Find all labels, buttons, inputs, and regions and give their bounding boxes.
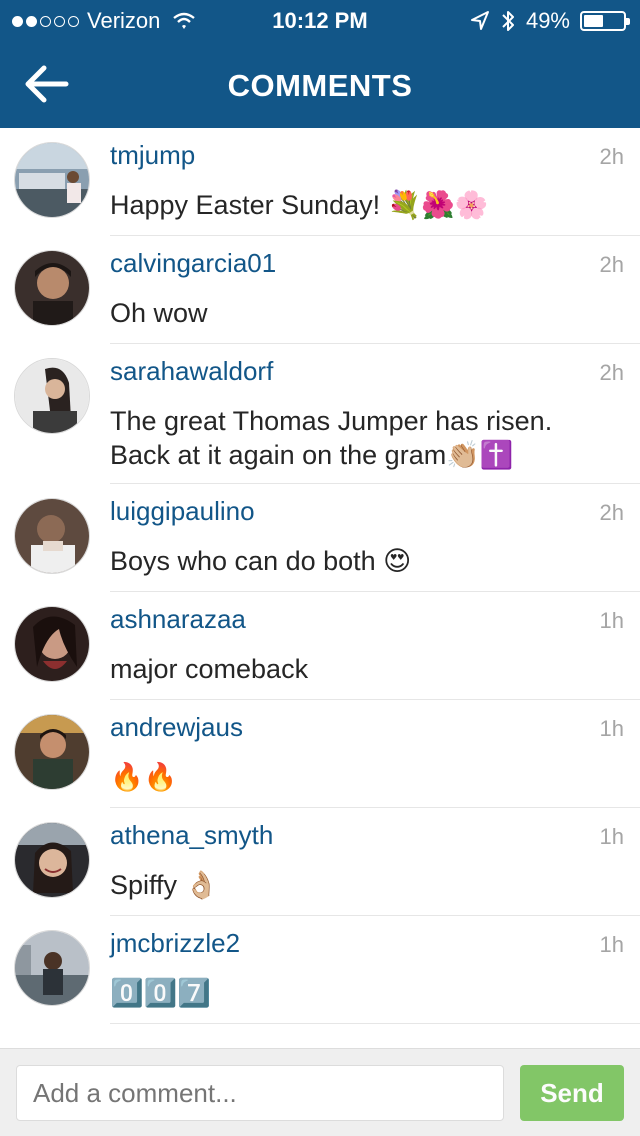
location-arrow-icon — [470, 11, 489, 30]
comment-time: 1h — [599, 608, 624, 633]
avatar[interactable] — [14, 606, 90, 682]
comment-text: The great Thomas Jumper has risen. Back … — [110, 406, 553, 470]
avatar[interactable] — [14, 250, 90, 326]
comment-time: 1h — [599, 716, 624, 741]
battery-nub — [626, 18, 630, 25]
comment-username[interactable]: ashnarazaa — [110, 604, 246, 635]
comment-username[interactable]: tmjump — [110, 140, 195, 171]
comment-username[interactable]: sarahawaldorf — [110, 356, 273, 387]
battery-icon — [580, 11, 630, 31]
comment-item: luiggipaulino 2h Boys who can do both 😍 — [0, 484, 640, 592]
navbar: COMMENTS — [0, 40, 640, 128]
comment-text: 0️⃣0️⃣7️⃣ — [110, 978, 211, 1008]
comment-input[interactable] — [16, 1065, 504, 1121]
avatar[interactable] — [14, 142, 90, 218]
avatar[interactable] — [14, 930, 90, 1006]
comment-text: Boys who can do both 😍 — [110, 546, 412, 576]
avatar[interactable] — [14, 358, 90, 434]
comment-username[interactable]: calvingarcia01 — [110, 248, 276, 279]
comment-username[interactable]: andrewjaus — [110, 712, 243, 743]
comment-item: ashnarazaa 1h major comeback — [0, 592, 640, 700]
comment-time: 2h — [599, 360, 624, 385]
comment-item: jmcbrizzle2 1h 0️⃣0️⃣7️⃣ — [0, 916, 640, 1024]
comment-text: Spiffy 👌🏼 — [110, 870, 219, 900]
comment-username[interactable]: jmcbrizzle2 — [110, 928, 240, 959]
comment-text: Happy Easter Sunday! 💐🌺🌸 — [110, 190, 489, 220]
avatar[interactable] — [14, 714, 90, 790]
comment-username[interactable]: luiggipaulino — [110, 496, 255, 527]
comment-text: Oh wow — [110, 298, 208, 328]
send-button[interactable]: Send — [520, 1065, 624, 1121]
battery-percent: 49% — [525, 8, 570, 33]
comment-time: 2h — [599, 500, 624, 525]
comment-item: tmjump 2h Happy Easter Sunday! 💐🌺🌸 — [0, 128, 640, 236]
comment-item: calvingarcia01 2h Oh wow — [0, 236, 640, 344]
battery-fill — [584, 15, 603, 27]
comment-time: 2h — [599, 252, 624, 277]
status-right: 49% — [470, 8, 630, 34]
comment-list: tmjump 2h Happy Easter Sunday! 💐🌺🌸 calvi… — [0, 128, 640, 1024]
comment-text: 🔥🔥 — [110, 762, 178, 792]
status-bar: Verizon 10:12 PM 49% — [0, 0, 640, 40]
page-title: COMMENTS — [227, 68, 413, 103]
comment-item: athena_smyth 1h Spiffy 👌🏼 — [0, 808, 640, 916]
comment-time: 1h — [599, 932, 624, 957]
avatar[interactable] — [14, 498, 90, 574]
avatar[interactable] — [14, 822, 90, 898]
bluetooth-icon — [502, 11, 514, 31]
comment-time: 1h — [599, 824, 624, 849]
comment-text: major comeback — [110, 654, 309, 684]
header: Verizon 10:12 PM 49% COMMENTS — [0, 0, 640, 128]
comment-composer: Send — [0, 1048, 640, 1136]
divider — [110, 1023, 640, 1024]
comment-username[interactable]: athena_smyth — [110, 820, 273, 851]
comment-time: 2h — [599, 144, 624, 169]
comment-item: sarahawaldorf 2h The great Thomas Jumper… — [0, 344, 640, 484]
comment-item: andrewjaus 1h 🔥🔥 — [0, 700, 640, 808]
